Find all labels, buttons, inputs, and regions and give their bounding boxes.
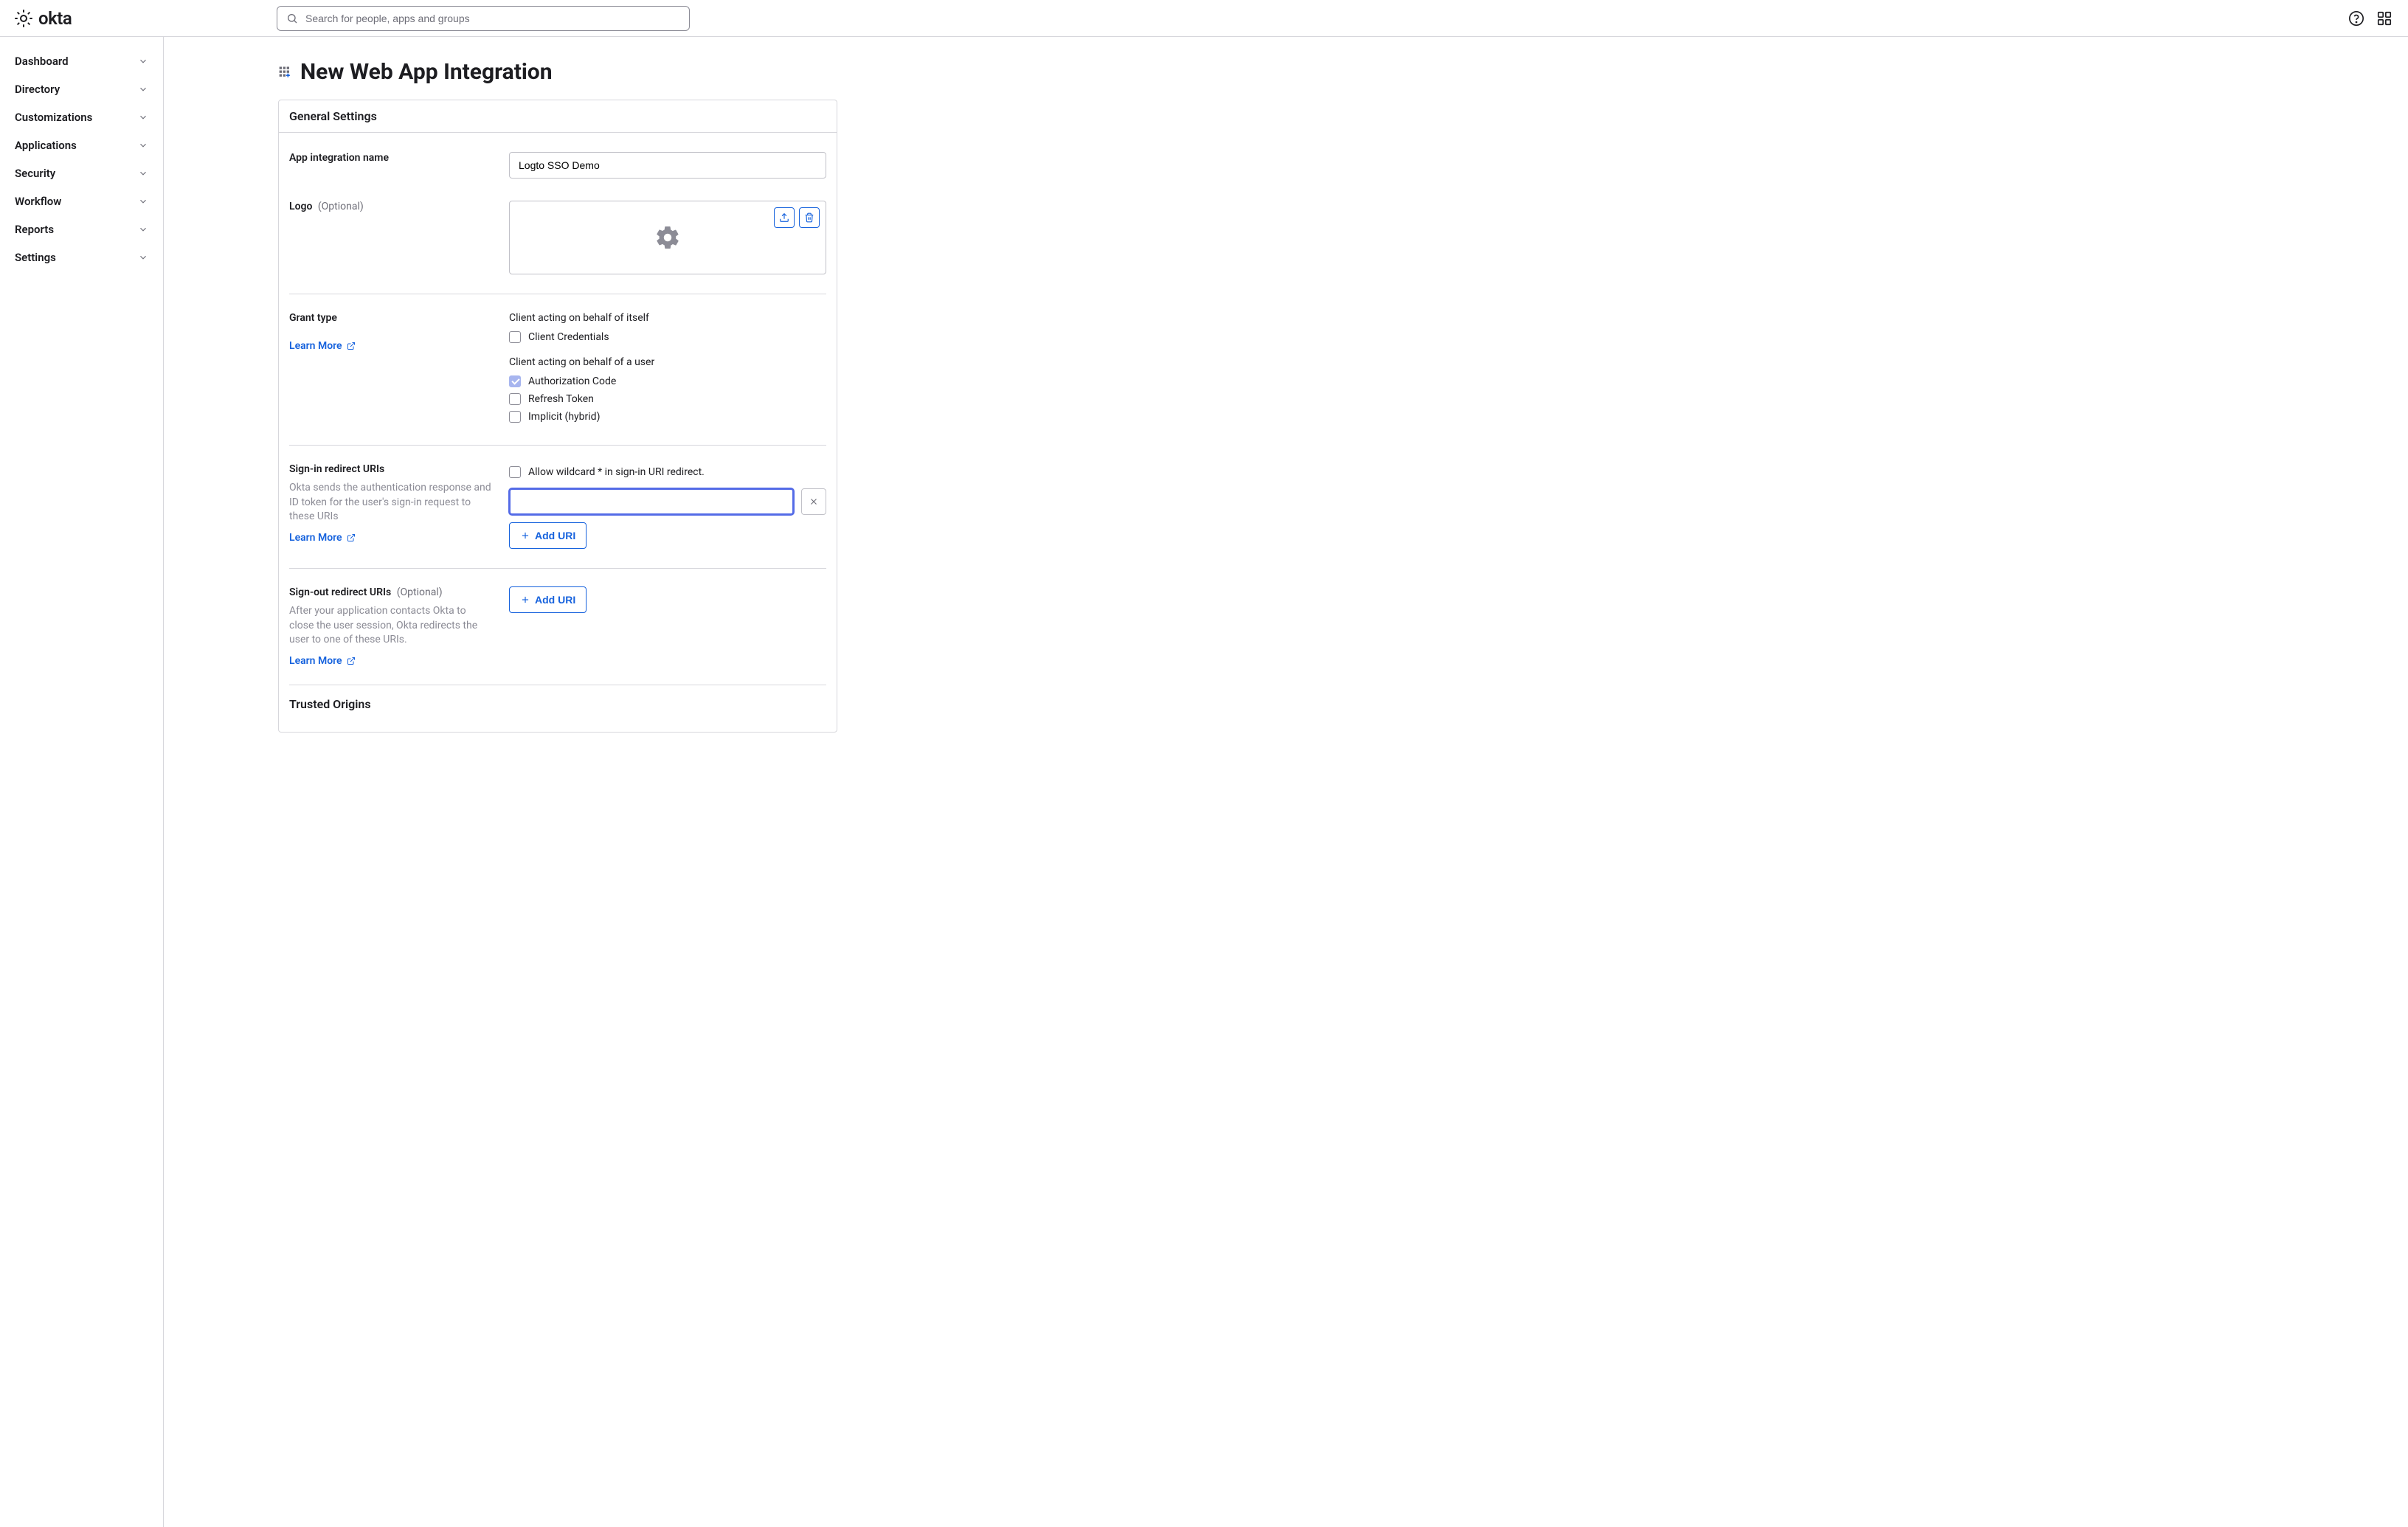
checkbox-icon xyxy=(509,331,521,343)
checkbox-client-credentials[interactable]: Client Credentials xyxy=(509,328,826,346)
sidebar-item-label: Dashboard xyxy=(15,55,69,68)
signout-redirect-label: Sign-out redirect URIs (Optional) xyxy=(289,586,509,598)
search-box[interactable] xyxy=(277,6,690,31)
sidebar-item-directory[interactable]: Directory xyxy=(0,75,163,103)
sidebar-item-label: Applications xyxy=(15,139,77,152)
chevron-down-icon xyxy=(138,196,148,207)
signout-redirect-help: After your application contacts Okta to … xyxy=(289,604,509,648)
logo-upload-area[interactable] xyxy=(509,201,826,274)
checkbox-implicit-hybrid[interactable]: Implicit (hybrid) xyxy=(509,408,826,426)
checkbox-icon xyxy=(509,393,521,405)
grant-group2-label: Client acting on behalf of a user xyxy=(509,356,826,368)
grant-type-label: Grant type xyxy=(289,312,509,324)
checkbox-label: Authorization Code xyxy=(528,375,616,387)
grid-icon xyxy=(2376,10,2393,27)
plus-icon xyxy=(520,595,530,605)
sidebar-item-label: Reports xyxy=(15,223,54,236)
apps-grid-button[interactable] xyxy=(2376,10,2393,27)
external-link-icon xyxy=(347,342,356,350)
help-icon xyxy=(2348,10,2364,27)
checkbox-label: Implicit (hybrid) xyxy=(528,411,600,423)
sidebar-item-security[interactable]: Security xyxy=(0,159,163,187)
sidebar-item-dashboard[interactable]: Dashboard xyxy=(0,47,163,75)
settings-card: General Settings App integration name Lo… xyxy=(278,100,837,733)
signin-redirect-help: Okta sends the authentication response a… xyxy=(289,481,509,524)
sidebar-item-applications[interactable]: Applications xyxy=(0,131,163,159)
signin-redirect-label: Sign-in redirect URIs xyxy=(289,463,509,475)
checkbox-refresh-token[interactable]: Refresh Token xyxy=(509,390,826,408)
checkbox-label: Refresh Token xyxy=(528,393,594,405)
search-icon xyxy=(286,13,298,24)
app-integration-icon xyxy=(278,65,293,80)
sidebar-nav: Dashboard Directory Customizations Appli… xyxy=(0,37,164,1527)
search-container xyxy=(277,6,690,31)
sidebar-item-label: Customizations xyxy=(15,111,92,124)
remove-uri-button[interactable] xyxy=(801,488,826,515)
external-link-icon xyxy=(347,533,356,542)
app-header: okta xyxy=(0,0,2408,37)
checkbox-label: Allow wildcard * in sign-in URI redirect… xyxy=(528,466,705,478)
sidebar-item-label: Directory xyxy=(15,83,60,96)
main-content: New Web App Integration General Settings… xyxy=(164,37,2408,1527)
sidebar-item-label: Workflow xyxy=(15,195,61,208)
trash-icon xyxy=(804,212,814,223)
header-actions xyxy=(2348,10,2393,27)
gear-placeholder-icon xyxy=(654,224,681,251)
chevron-down-icon xyxy=(138,112,148,122)
add-signin-uri-button[interactable]: Add URI xyxy=(509,522,587,549)
checkbox-label: Client Credentials xyxy=(528,331,609,343)
okta-sun-icon xyxy=(15,10,32,27)
signin-redirect-learn-more-link[interactable]: Learn More xyxy=(289,532,356,544)
external-link-icon xyxy=(347,657,356,665)
close-icon xyxy=(809,496,819,507)
signin-redirect-uri-input[interactable] xyxy=(509,488,794,515)
delete-logo-button[interactable] xyxy=(799,207,820,228)
sidebar-item-reports[interactable]: Reports xyxy=(0,215,163,243)
sidebar-item-label: Security xyxy=(15,167,55,180)
chevron-down-icon xyxy=(138,252,148,263)
help-button[interactable] xyxy=(2348,10,2365,27)
chevron-down-icon xyxy=(138,168,148,179)
app-name-label: App integration name xyxy=(289,152,509,164)
checkbox-allow-wildcard[interactable]: Allow wildcard * in sign-in URI redirect… xyxy=(509,463,826,481)
plus-icon xyxy=(520,530,530,541)
sidebar-item-label: Settings xyxy=(15,251,56,264)
checkbox-icon xyxy=(509,375,521,387)
upload-icon xyxy=(779,212,789,223)
checkbox-icon xyxy=(509,411,521,423)
trusted-origins-heading: Trusted Origins xyxy=(289,685,826,711)
checkbox-authorization-code[interactable]: Authorization Code xyxy=(509,373,826,390)
sidebar-item-customizations[interactable]: Customizations xyxy=(0,103,163,131)
page-title: New Web App Integration xyxy=(300,59,553,85)
brand-logo[interactable]: okta xyxy=(15,8,162,29)
checkbox-icon xyxy=(509,466,521,478)
brand-logo-text: okta xyxy=(38,8,72,29)
chevron-down-icon xyxy=(138,140,148,150)
chevron-down-icon xyxy=(138,56,148,66)
app-integration-name-input[interactable] xyxy=(509,152,826,179)
sidebar-item-workflow[interactable]: Workflow xyxy=(0,187,163,215)
grant-group1-label: Client acting on behalf of itself xyxy=(509,312,826,324)
search-input[interactable] xyxy=(305,13,680,24)
add-signout-uri-button[interactable]: Add URI xyxy=(509,586,587,613)
chevron-down-icon xyxy=(138,224,148,235)
upload-logo-button[interactable] xyxy=(774,207,795,228)
logo-label: Logo (Optional) xyxy=(289,201,509,212)
signout-redirect-learn-more-link[interactable]: Learn More xyxy=(289,655,356,667)
general-settings-heading: General Settings xyxy=(279,100,837,133)
grant-type-learn-more-link[interactable]: Learn More xyxy=(289,340,356,352)
sidebar-item-settings[interactable]: Settings xyxy=(0,243,163,271)
chevron-down-icon xyxy=(138,84,148,94)
